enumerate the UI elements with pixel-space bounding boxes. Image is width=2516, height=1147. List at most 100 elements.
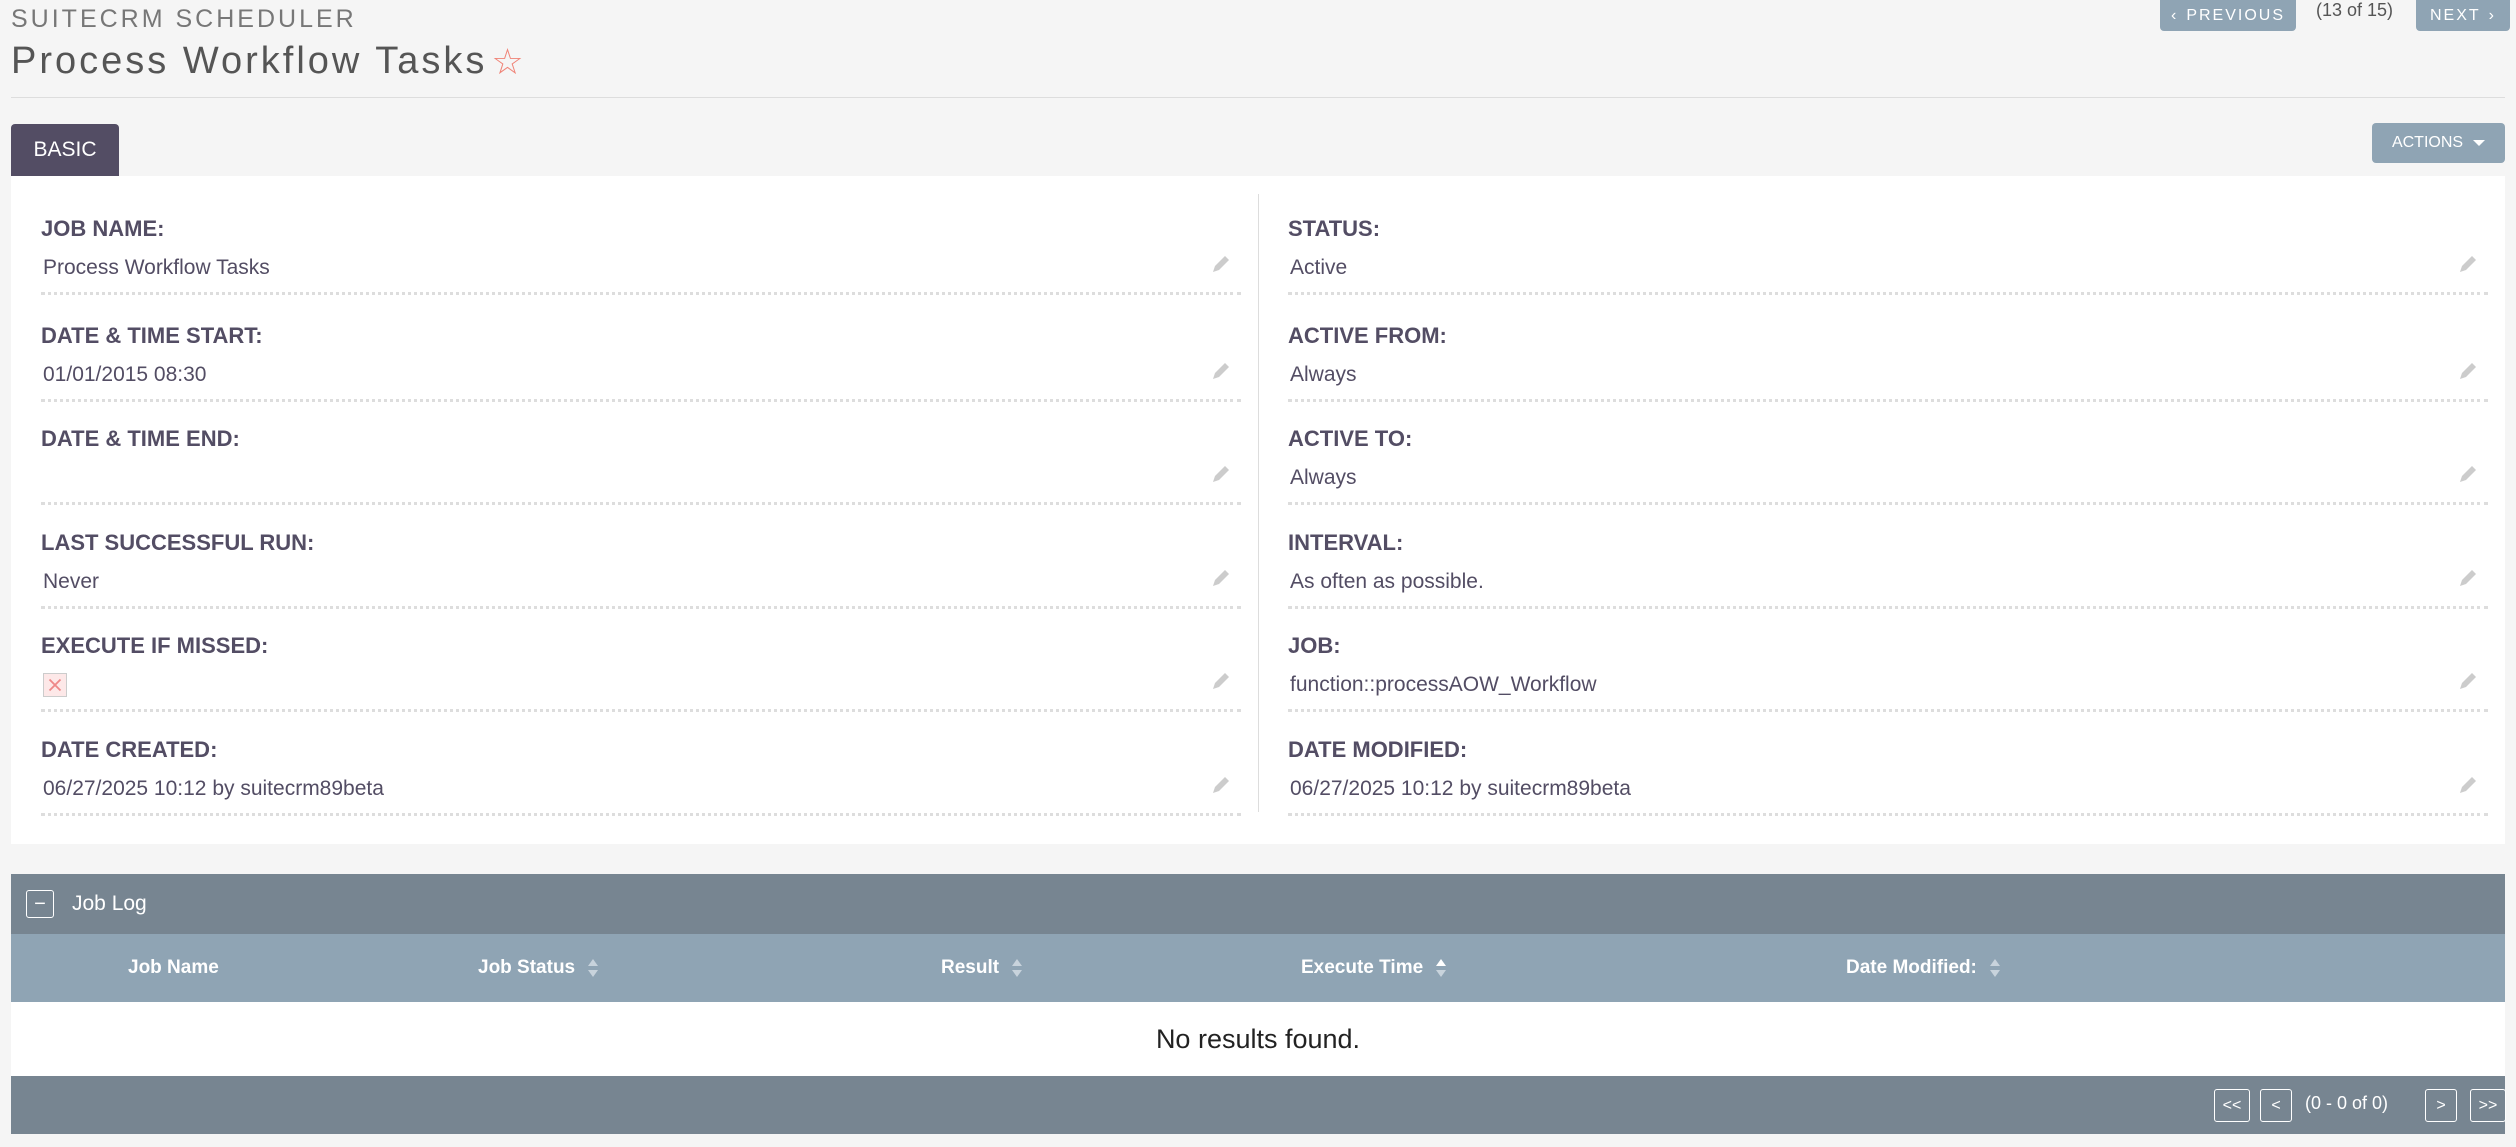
pencil-icon[interactable] [2456,669,2480,693]
previous-button[interactable]: ‹ PREVIOUS [2160,0,2296,31]
pencil-icon[interactable] [1209,359,1233,383]
field-active-from: ACTIVE FROM: Always [1288,323,2488,423]
field-interval: INTERVAL: As often as possible. [1288,530,2488,630]
empty-message: No results found. [1155,1023,1361,1054]
field-underline [1288,709,2488,712]
pencil-icon[interactable] [2456,252,2480,276]
column-job-name[interactable]: Job Name [128,957,219,979]
actions-label: ACTIONS [2391,134,2464,151]
field-status: STATUS: Active [1288,216,2488,316]
field-value: Process Workflow Tasks [43,256,270,279]
field-date-time-start: DATE & TIME START: 01/01/2015 08:30 [41,323,1241,423]
field-label: ACTIVE FROM: [1288,323,1447,348]
column-label: Job Name [128,957,219,978]
column-divider [1258,194,1259,812]
field-underline [41,502,1241,505]
previous-label: PREVIOUS [2186,6,2285,24]
field-label: JOB NAME: [41,216,165,241]
field-label: INTERVAL: [1288,530,1404,555]
chevron-left-icon: ‹ [2170,6,2179,24]
field-value: 06/27/2025 10:12 by suitecrm89beta [1290,777,1631,800]
prev-page-button[interactable]: < [2260,1089,2292,1122]
pencil-icon[interactable] [1209,773,1233,797]
module-title: SUITECRM SCHEDULER [11,5,357,33]
column-label: Execute Time [1301,957,1424,978]
field-label: DATE & TIME END: [41,426,240,451]
field-underline [1288,606,2488,609]
field-label: LAST SUCCESSFUL RUN: [41,530,315,555]
field-label: EXECUTE IF MISSED: [41,633,269,658]
pencil-icon[interactable] [2456,462,2480,486]
last-page-button[interactable]: >> [2470,1089,2506,1122]
field-value: function::processAOW_Workflow [1290,673,1597,696]
sort-ascending-icon [1436,959,1447,977]
first-page-button[interactable]: << [2214,1089,2250,1122]
sort-icon [1989,959,2000,977]
column-date-modified[interactable]: Date Modified: [1846,957,2001,979]
caret-down-icon [2473,140,2486,146]
next-label: NEXT [2430,6,2481,24]
title-divider [11,97,2505,98]
collapse-button[interactable]: − [26,890,54,918]
field-label: DATE MODIFIED: [1288,737,1468,762]
column-job-status[interactable]: Job Status [478,957,599,979]
pencil-icon[interactable] [1209,462,1233,486]
actions-button[interactable]: ACTIONS [2372,123,2505,163]
job-log-header[interactable]: − Job Log [11,874,2505,934]
pencil-icon[interactable] [2456,359,2480,383]
field-value: As often as possible. [1290,570,1484,593]
field-job-name: JOB NAME: Process Workflow Tasks [41,216,1241,316]
field-underline [1288,399,2488,402]
field-label: DATE CREATED: [41,737,218,762]
field-underline [41,292,1241,295]
table-body: No results found. [11,1002,2505,1076]
pencil-icon[interactable] [2456,566,2480,590]
subpanel-title: Job Log [72,892,147,915]
page-title: Process Workflow Tasks ☆ [11,40,527,83]
field-label: DATE & TIME START: [41,323,263,348]
field-underline [1288,292,2488,295]
column-result[interactable]: Result [941,957,1023,979]
pagination-bar: << < (0 - 0 of 0) > >> [11,1076,2506,1134]
sort-icon [588,959,599,977]
record-title: Process Workflow Tasks [11,40,488,82]
column-label: Result [941,957,1000,978]
unchecked-box-icon [43,673,67,697]
record-position: (13 of 15) [2316,0,2394,20]
column-label: Date Modified: [1846,957,1977,978]
field-underline [41,399,1241,402]
next-page-button[interactable]: > [2425,1089,2457,1122]
field-date-time-end: DATE & TIME END: [41,426,1241,526]
field-underline [41,813,1241,816]
tab-basic[interactable]: BASIC [11,124,119,176]
field-last-successful-run: LAST SUCCESSFUL RUN: Never [41,530,1241,630]
field-underline [1288,502,2488,505]
field-underline [41,709,1241,712]
chevron-right-icon: › [2488,6,2496,24]
field-value: Always [1290,363,1357,386]
pencil-icon[interactable] [2456,773,2480,797]
field-job: JOB: function::processAOW_Workflow [1288,633,2488,733]
field-date-modified: DATE MODIFIED: 06/27/2025 10:12 by suite… [1288,737,2488,837]
field-execute-if-missed: EXECUTE IF MISSED: [41,633,1241,733]
table-header-row: Job Name Job Status Result Execute Time … [11,934,2505,1002]
field-value: 06/27/2025 10:12 by suitecrm89beta [43,777,384,800]
field-active-to: ACTIVE TO: Always [1288,426,2488,526]
field-value: Always [1290,466,1357,489]
field-date-created: DATE CREATED: 06/27/2025 10:12 by suitec… [41,737,1241,837]
field-value: Never [43,570,100,593]
column-label: Job Status [478,957,576,978]
pencil-icon[interactable] [1209,566,1233,590]
page-range: (0 - 0 of 0) [2305,1093,2389,1113]
detail-panel: JOB NAME: Process Workflow Tasks DATE & … [11,176,2505,844]
next-button[interactable]: NEXT › [2416,0,2510,31]
favorite-star-icon[interactable]: ☆ [491,43,526,80]
pencil-icon[interactable] [1209,669,1233,693]
column-execute-time[interactable]: Execute Time [1301,957,1447,979]
pencil-icon[interactable] [1209,252,1233,276]
field-underline [1288,813,2488,816]
field-label: STATUS: [1288,216,1381,241]
field-value: 01/01/2015 08:30 [43,363,207,386]
sort-icon [1012,959,1023,977]
field-value: Active [1290,256,1348,279]
